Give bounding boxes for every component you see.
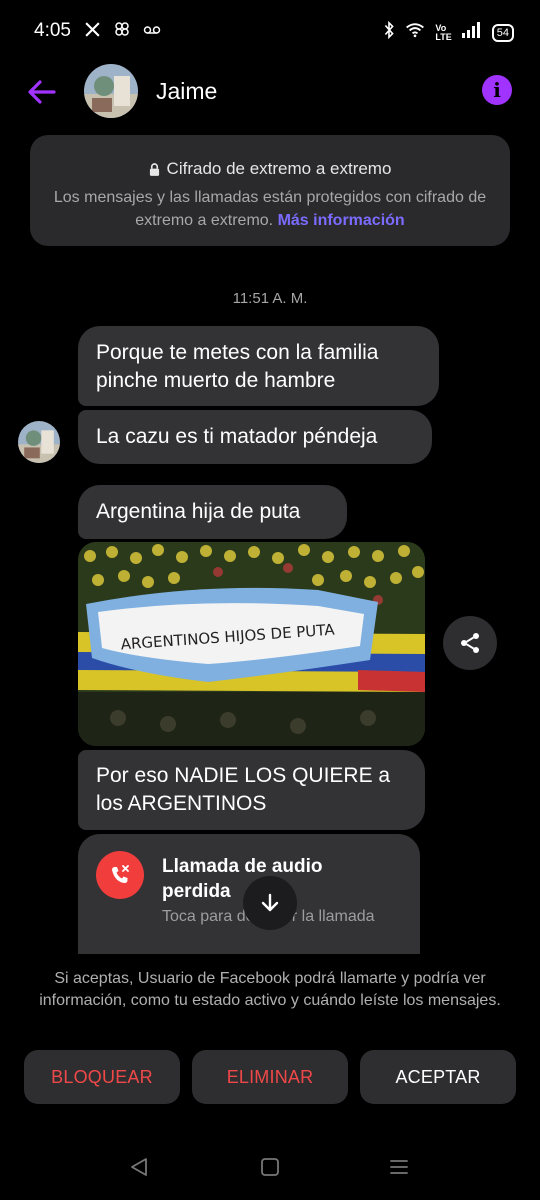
share-button[interactable]: [443, 616, 497, 670]
delete-button[interactable]: ELIMINAR: [192, 1050, 348, 1104]
message-bubble[interactable]: La cazu es ti matador péndeja: [78, 410, 432, 464]
back-button[interactable]: [24, 74, 60, 110]
message-text: La cazu es ti matador péndeja: [96, 425, 378, 448]
back-arrow-icon: [28, 80, 56, 104]
nav-back-button[interactable]: [128, 1156, 150, 1183]
message-timestamp: 11:51 A. M.: [232, 290, 308, 307]
block-button[interactable]: BLOQUEAR: [24, 1050, 180, 1104]
accept-label: ACEPTAR: [395, 1066, 481, 1087]
accept-button[interactable]: ACEPTAR: [360, 1050, 516, 1104]
encryption-title: Cifrado de extremo a extremo: [166, 159, 392, 178]
status-time: 4:05: [34, 20, 71, 41]
message-bubble[interactable]: Argentina hija de puta: [78, 485, 347, 539]
encryption-body: Los mensajes y las llamadas están proteg…: [53, 189, 487, 229]
message-photo[interactable]: ARGENTINOS HIJOS DE PUTA: [78, 542, 425, 746]
info-button[interactable]: i: [482, 75, 512, 105]
triangle-back-icon: [131, 1158, 147, 1176]
signal-icon: [461, 22, 482, 43]
sender-avatar[interactable]: [18, 421, 60, 463]
wifi-icon: [405, 22, 425, 43]
share-icon: [461, 633, 479, 653]
lock-icon: [149, 162, 159, 176]
menu-recents-icon: [390, 1160, 408, 1174]
contact-avatar[interactable]: [84, 64, 138, 118]
more-info-link[interactable]: Más información: [278, 212, 405, 229]
nav-home-button[interactable]: [259, 1156, 281, 1183]
block-label: BLOQUEAR: [51, 1066, 153, 1087]
message-bubble[interactable]: Por eso NADIE LOS QUIERE a los ARGENTINO…: [78, 750, 425, 830]
nav-recents-button[interactable]: [388, 1156, 410, 1183]
navigation-bar: [0, 1140, 540, 1200]
contact-name[interactable]: Jaime: [156, 78, 217, 105]
voicemail-icon: [143, 23, 161, 41]
missed-call-icon: [96, 851, 144, 899]
x-app-icon: [84, 21, 101, 43]
status-bar: 4:05 Vo LTE 54: [0, 0, 540, 64]
arrow-down-icon: [261, 893, 279, 912]
square-home-icon: [261, 1158, 279, 1176]
message-text: Porque te metes con la familia pinche mu…: [96, 341, 379, 392]
app-notification-icon: [113, 20, 131, 43]
info-icon: i: [493, 78, 501, 102]
message-bubble[interactable]: Porque te metes con la familia pinche mu…: [78, 326, 439, 406]
battery-icon: 54: [491, 23, 514, 42]
bluetooth-icon: [383, 20, 395, 44]
message-text: Por eso NADIE LOS QUIERE a los ARGENTINO…: [96, 764, 391, 815]
message-text: Argentina hija de puta: [96, 500, 301, 523]
scroll-to-bottom-button[interactable]: [243, 876, 297, 930]
delete-label: ELIMINAR: [226, 1066, 314, 1087]
encryption-notice: Cifrado de extremo a extremo Los mensaje…: [30, 135, 510, 246]
message-request-notice: Si aceptas, Usuario de Facebook podrá ll…: [39, 970, 501, 1009]
volte-icon: Vo LTE: [435, 22, 452, 42]
